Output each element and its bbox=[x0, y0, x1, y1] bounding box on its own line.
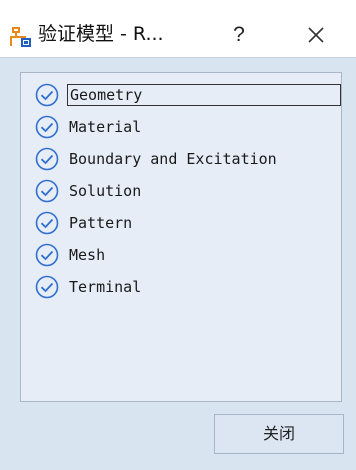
list-item-label: Material bbox=[69, 118, 142, 136]
check-circle-icon bbox=[35, 83, 59, 107]
validate-model-dialog: 验证模型 - R... ? Geometry Material Boundary… bbox=[0, 0, 356, 470]
title-bar: 验证模型 - R... ? bbox=[0, 0, 356, 58]
list-item-pattern[interactable]: Pattern bbox=[35, 211, 335, 235]
check-circle-icon bbox=[35, 115, 59, 139]
list-item-solution[interactable]: Solution bbox=[35, 179, 335, 203]
network-icon bbox=[10, 27, 31, 47]
close-button[interactable]: 关闭 bbox=[214, 414, 344, 454]
list-item-label: Solution bbox=[69, 182, 142, 200]
list-item-label: Terminal bbox=[69, 278, 142, 296]
check-circle-icon bbox=[35, 243, 59, 267]
validation-checklist: Geometry Material Boundary and Excitatio… bbox=[20, 72, 342, 402]
close-icon[interactable] bbox=[296, 20, 336, 50]
list-item-geometry[interactable]: Geometry bbox=[35, 83, 341, 107]
list-item-material[interactable]: Material bbox=[35, 115, 335, 139]
check-circle-icon bbox=[35, 179, 59, 203]
list-item-label: Geometry bbox=[67, 84, 341, 106]
check-circle-icon bbox=[35, 275, 59, 299]
list-item-boundary-and-excitation[interactable]: Boundary and Excitation bbox=[35, 147, 335, 171]
check-circle-icon bbox=[35, 211, 59, 235]
help-button[interactable]: ? bbox=[224, 20, 254, 50]
list-item-label: Pattern bbox=[69, 214, 133, 232]
list-item-mesh[interactable]: Mesh bbox=[35, 243, 335, 267]
list-item-terminal[interactable]: Terminal bbox=[35, 275, 335, 299]
list-item-label: Boundary and Excitation bbox=[69, 150, 277, 168]
check-circle-icon bbox=[35, 147, 59, 171]
list-item-label: Mesh bbox=[69, 246, 106, 264]
window-title: 验证模型 - R... bbox=[38, 23, 164, 45]
